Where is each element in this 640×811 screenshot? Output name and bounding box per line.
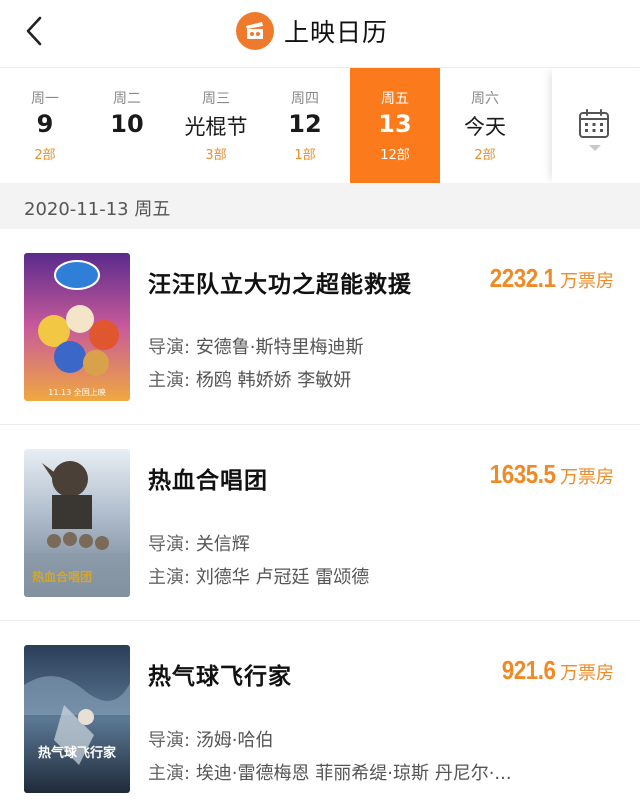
box-office-unit: 万票房	[560, 467, 614, 488]
date-selector: 周一 9 2部 周二 10 周三 光棍节 3部 周四 12 1部 周五 13 1…	[0, 68, 640, 183]
cast-label: 主演:	[148, 370, 191, 391]
top-bar: 上映日历	[0, 0, 640, 68]
release-count: 3部	[205, 148, 227, 163]
page-title-group: 上映日历	[236, 9, 388, 53]
date-number: 12	[288, 110, 322, 138]
movie-clapper-icon	[236, 12, 274, 50]
selected-date-label: 2020-11-13 周五	[24, 199, 171, 220]
weekday-label: 周一	[31, 91, 59, 107]
day-tab-thu[interactable]: 周四 12 1部	[260, 68, 350, 183]
weekday-label: 周二	[113, 91, 141, 107]
box-office-value: 921.6	[502, 655, 556, 685]
cast-label: 主演:	[148, 567, 191, 588]
director-label: 导演:	[148, 534, 191, 555]
calendar-icon	[579, 109, 609, 138]
release-count: 12部	[380, 148, 410, 163]
date-number: 10	[110, 110, 144, 138]
director-label: 导演:	[148, 730, 191, 751]
cast-line: 主演: 刘德华 卢冠廷 雷颂德	[148, 563, 369, 589]
day-tab-fri[interactable]: 周五 13 12部	[350, 68, 440, 183]
poster-caption: 11.13 全国上映	[48, 387, 105, 397]
day-tab-sat[interactable]: 周六 今天 2部	[440, 68, 530, 183]
weekday-label: 周五	[381, 91, 409, 107]
director-line: 导演: 安德鲁·斯特里梅迪斯	[148, 333, 364, 359]
movie-item[interactable]: 热气球飞行家 热气球飞行家 921.6 万票房 导演: 汤姆·哈伯 主演: 埃迪…	[0, 621, 640, 811]
cast-names: 刘德华 卢冠廷 雷颂德	[195, 567, 370, 588]
cast-names: 杨鸥 韩娇娇 李敏妍	[195, 370, 352, 391]
movie-poster[interactable]: 11.13 全国上映	[24, 253, 130, 401]
weekday-label: 周六	[471, 91, 499, 107]
cast-line: 主演: 杨鸥 韩娇娇 李敏妍	[148, 366, 351, 392]
chevron-left-icon	[26, 16, 42, 46]
day-tab-wed[interactable]: 周三 光棍节 3部	[171, 68, 261, 183]
movie-item[interactable]: 11.13 全国上映 汪汪队立大功之超能救援 2232.1 万票房 导演: 安德…	[0, 229, 640, 425]
director-label: 导演:	[148, 337, 191, 358]
movie-poster[interactable]: 热气球飞行家	[24, 645, 130, 793]
weekday-label: 周三	[202, 91, 230, 107]
movie-title[interactable]: 热气球飞行家	[148, 657, 292, 691]
box-office: 2232.1 万票房	[479, 263, 614, 294]
box-office-value: 2232.1	[490, 263, 556, 293]
movie-title[interactable]: 汪汪队立大功之超能救援	[148, 265, 412, 299]
director-name: 汤姆·哈伯	[195, 730, 274, 751]
box-office-value: 1635.5	[490, 459, 556, 489]
date-number: 今天	[464, 115, 506, 139]
movie-item[interactable]: 热血合唱团 热血合唱团 1635.5 万票房 导演: 关信辉 主演: 刘德华 卢…	[0, 425, 640, 621]
page-title: 上映日历	[284, 18, 389, 47]
director-line: 导演: 汤姆·哈伯	[148, 726, 274, 752]
cast-line: 主演: 埃迪·雷德梅恩 菲丽希缇·琼斯 丹尼尔·...	[148, 759, 512, 785]
director-name: 安德鲁·斯特里梅迪斯	[195, 337, 364, 358]
weekday-label: 周四	[291, 91, 319, 107]
release-count: 2部	[474, 148, 496, 163]
cast-names: 埃迪·雷德梅恩 菲丽希缇·琼斯 丹尼尔·...	[195, 763, 512, 784]
back-button[interactable]	[18, 14, 52, 48]
poster-caption: 热气球飞行家	[38, 745, 117, 761]
box-office: 921.6 万票房	[493, 655, 614, 686]
release-count: 1部	[294, 148, 316, 163]
date-number: 9	[36, 110, 54, 138]
date-number: 13	[378, 110, 412, 138]
selected-date-header: 2020-11-13 周五	[0, 183, 640, 229]
box-office: 1635.5 万票房	[479, 459, 614, 490]
day-tab-mon[interactable]: 周一 9 2部	[0, 68, 90, 183]
poster-caption: 热血合唱团	[32, 569, 92, 584]
director-name: 关信辉	[195, 534, 250, 555]
box-office-unit: 万票房	[560, 271, 614, 292]
release-count: 2部	[34, 148, 56, 163]
cast-label: 主演:	[148, 763, 191, 784]
day-tab-tue[interactable]: 周二 10	[82, 68, 172, 183]
movie-title[interactable]: 热血合唱团	[148, 461, 268, 495]
calendar-button[interactable]	[552, 68, 640, 183]
date-number: 光棍节	[184, 115, 248, 139]
chevron-down-icon	[589, 145, 601, 151]
director-line: 导演: 关信辉	[148, 530, 250, 556]
movie-poster[interactable]: 热血合唱团	[24, 449, 130, 597]
box-office-unit: 万票房	[560, 663, 614, 684]
